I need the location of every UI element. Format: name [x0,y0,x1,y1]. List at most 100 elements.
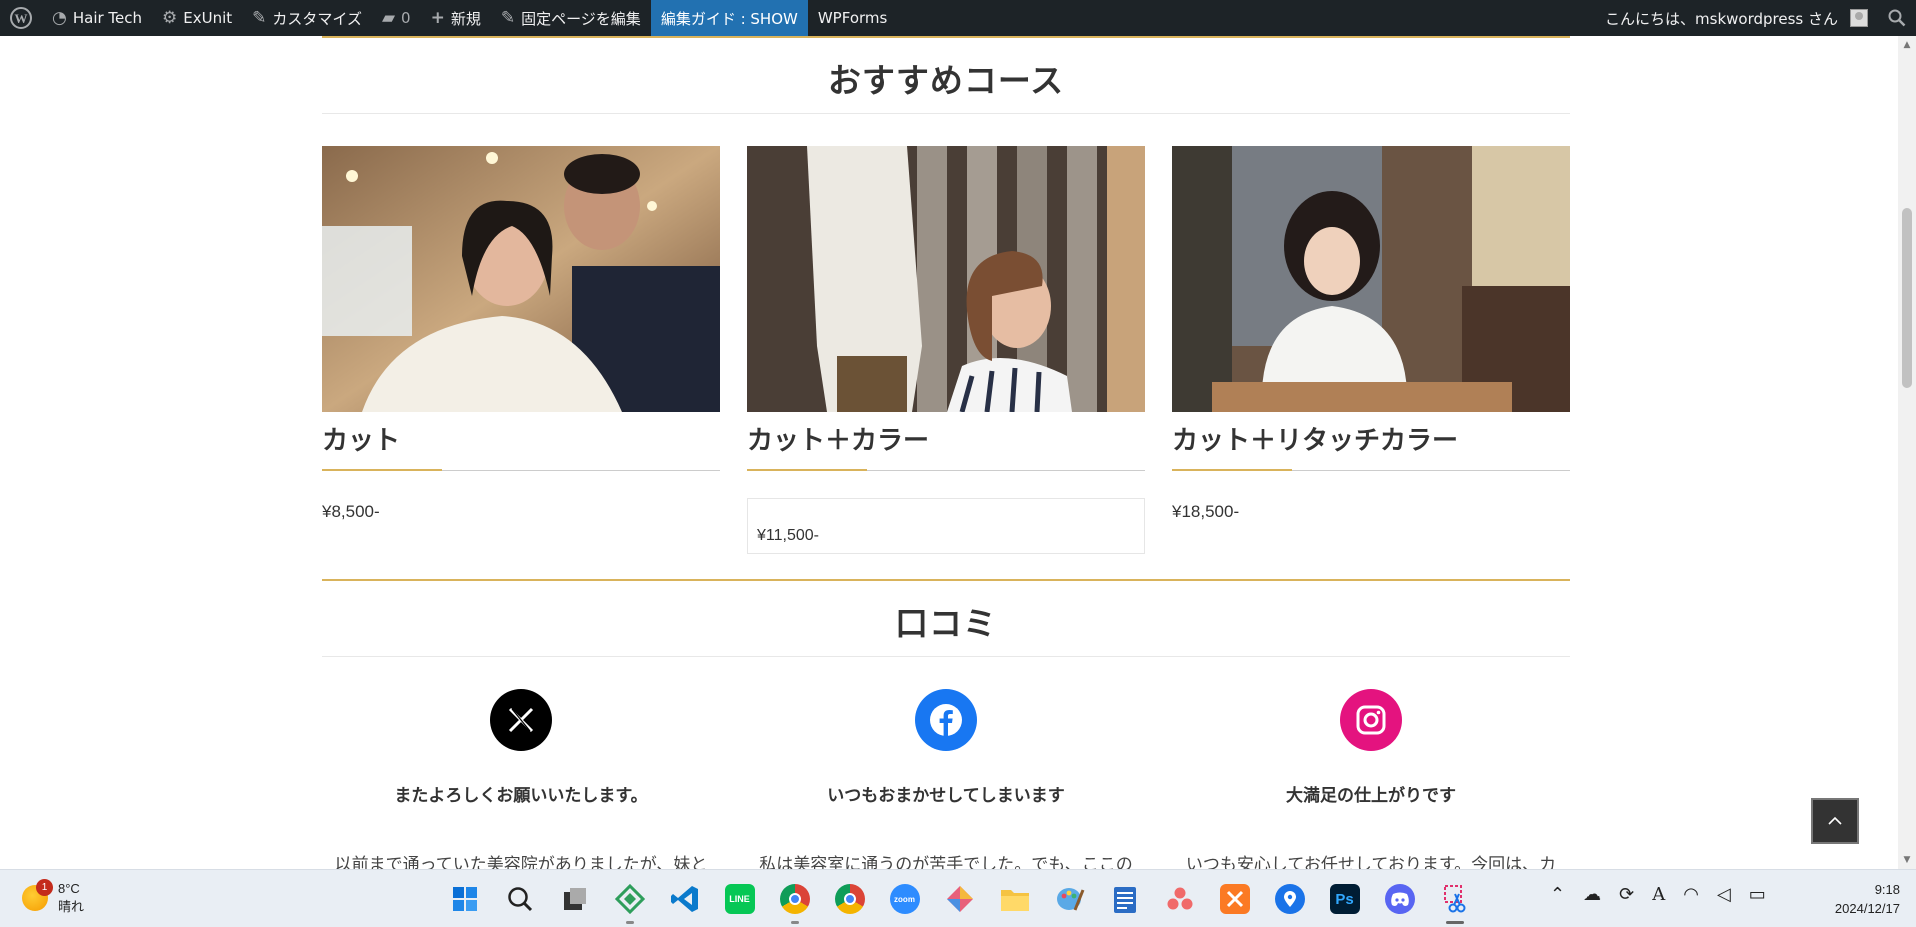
course-title: カット＋リタッチカラー [1172,426,1459,456]
course-title-underline [747,469,1145,471]
back-to-top-button[interactable] [1811,798,1859,844]
wpforms-label: WPForms [817,9,888,27]
course-photo-cut [322,146,720,412]
course-title: カット [322,426,401,456]
customize-label: カスタマイズ [272,9,362,28]
course-title-underline [322,469,720,471]
task-view-icon [563,888,586,910]
active-indicator [1445,921,1464,924]
courses-heading: おすすめコース [827,61,1065,100]
exunit-menu[interactable]: ⚙ ExUnit [152,0,242,36]
scrollbar-thumb[interactable] [1902,208,1912,388]
taskbar-app-asana[interactable] [1152,878,1207,920]
taskbar-search-button[interactable] [492,878,547,920]
taskbar-app-xampp[interactable] [1207,878,1262,920]
chrome-icon [779,884,810,914]
taskbar: 1 8°C 晴れ LINE zoom Ps ⌃ ☁ ⟳ A ◠ ◁ ▭ 9:18… [0,869,1916,927]
photoshop-icon: Ps [1329,884,1360,914]
edit-guide-label: 編集ガイド : SHOW [660,9,798,28]
chevron-up-icon [1828,816,1842,825]
volume-icon[interactable]: ◁ [1717,884,1731,905]
taskbar-app-zoom[interactable]: zoom [877,878,932,920]
x-logo-icon[interactable] [490,689,552,751]
admin-bar: W ◔ Hair Tech ⚙ ExUnit ✎ カスタマイズ ▰ 0 + 新規… [0,0,1916,36]
page-content: おすすめコース カット ¥8,500- カット＋カラー ¥11,500- カット… [0,36,1898,869]
course-photo-cut-retouch-color [1172,146,1570,412]
taskbar-app-line[interactable]: LINE [712,878,767,920]
start-button[interactable] [437,878,492,920]
sun-icon: 1 [22,879,53,911]
chevron-up-icon[interactable]: ⌃ [1550,884,1565,905]
comments-link[interactable]: ▰ 0 [372,0,421,36]
taskbar-app-file-explorer[interactable] [987,878,1042,920]
site-name-menu[interactable]: ◔ Hair Tech [42,0,152,36]
customize-link[interactable]: ✎ カスタマイズ [242,0,372,36]
edit-guide-toggle[interactable]: 編集ガイド : SHOW [650,0,808,36]
review-title: またよろしくお願いいたします。 [394,786,648,806]
clock[interactable]: 9:18 2024/12/17 [1810,880,1900,918]
wordpress-logo-menu[interactable]: W [0,0,42,36]
comment-icon: ▰ [381,8,396,28]
taskbar-app-maps[interactable] [1262,878,1317,920]
pencil-icon: ✎ [500,8,516,28]
taskbar-app-notepad[interactable] [1097,878,1152,920]
svg-text:W: W [15,11,28,26]
taskbar-app-diamond[interactable] [932,878,987,920]
course-price-box: ¥11,500- [747,498,1145,554]
facebook-icon[interactable] [915,689,977,751]
green-diamond-app-icon [614,884,645,914]
courses-heading-divider [322,113,1570,114]
zoom-icon: zoom [889,884,920,914]
edit-page-label: 固定ページを編集 [521,9,641,28]
reviews-heading: 口コミ [895,604,997,643]
course-title: カット＋カラー [747,426,930,456]
taskbar-app-green[interactable] [602,878,657,924]
scroll-up-arrow-icon[interactable]: ▲ [1902,40,1912,50]
ime-icon[interactable]: A [1652,884,1665,905]
course-price: ¥18,500- [1172,502,1240,521]
user-account-menu[interactable]: こんにちは、mskwordpress さん [1595,0,1878,36]
taskbar-app-chrome-2[interactable] [822,878,877,920]
notification-badge: 1 [36,879,53,896]
dashboard-icon: ◔ [52,8,67,28]
search-icon [1888,9,1906,27]
taskbar-app-discord[interactable] [1372,878,1427,920]
running-indicator [790,921,799,924]
edit-page-link[interactable]: ✎ 固定ページを編集 [491,0,651,36]
taskbar-app-photoshop[interactable]: Ps [1317,878,1372,920]
review-card-x: またよろしくお願いいたします。 以前まで通っていた美容院がありましたが、妹と [322,689,720,869]
brush-icon: ✎ [252,8,267,28]
review-title: いつもおまかせしてしまいます [827,786,1065,806]
instagram-icon[interactable] [1340,689,1402,751]
taskbar-app-snipping-tool[interactable] [1427,878,1482,924]
new-content-menu[interactable]: + 新規 [421,0,491,36]
sync-icon[interactable]: ⟳ [1619,884,1634,905]
taskbar-app-chrome[interactable] [767,878,822,924]
weather-condition: 晴れ [58,899,85,914]
page-scrollbar[interactable]: ▲ ▼ [1898,36,1916,869]
palette-icon [1055,884,1085,914]
weather-widget[interactable]: 1 8°C 晴れ [22,879,85,916]
clock-time: 9:18 [1874,882,1900,897]
course-card-cut-retouch-color: カット＋リタッチカラー ¥18,500- [1172,146,1570,522]
wifi-icon[interactable]: ◠ [1683,884,1699,905]
course-price: ¥8,500- [322,502,380,521]
review-card-facebook: いつもおまかせしてしまいます 私は美容室に通うのが苦手でした。でも、ここの [747,689,1145,869]
battery-icon[interactable]: ▭ [1749,884,1766,905]
taskbar-app-paint[interactable] [1042,878,1097,920]
new-label: 新規 [450,9,481,28]
wpforms-menu[interactable]: WPForms [808,0,897,36]
scroll-down-arrow-icon[interactable]: ▼ [1902,855,1912,865]
section-divider [322,579,1570,581]
course-card-cut-color: カット＋カラー ¥11,500- [747,146,1145,554]
onedrive-icon[interactable]: ☁ [1583,884,1601,905]
scissors-icon [1440,884,1470,914]
temperature: 8°C [58,881,80,896]
taskbar-app-vscode[interactable] [657,878,712,920]
task-view-button[interactable] [547,878,602,920]
admin-search[interactable] [1878,0,1916,36]
wordpress-icon: W [10,7,32,29]
clock-date: 2024/12/17 [1834,901,1900,916]
site-name: Hair Tech [72,9,143,27]
windows-icon [452,887,477,911]
